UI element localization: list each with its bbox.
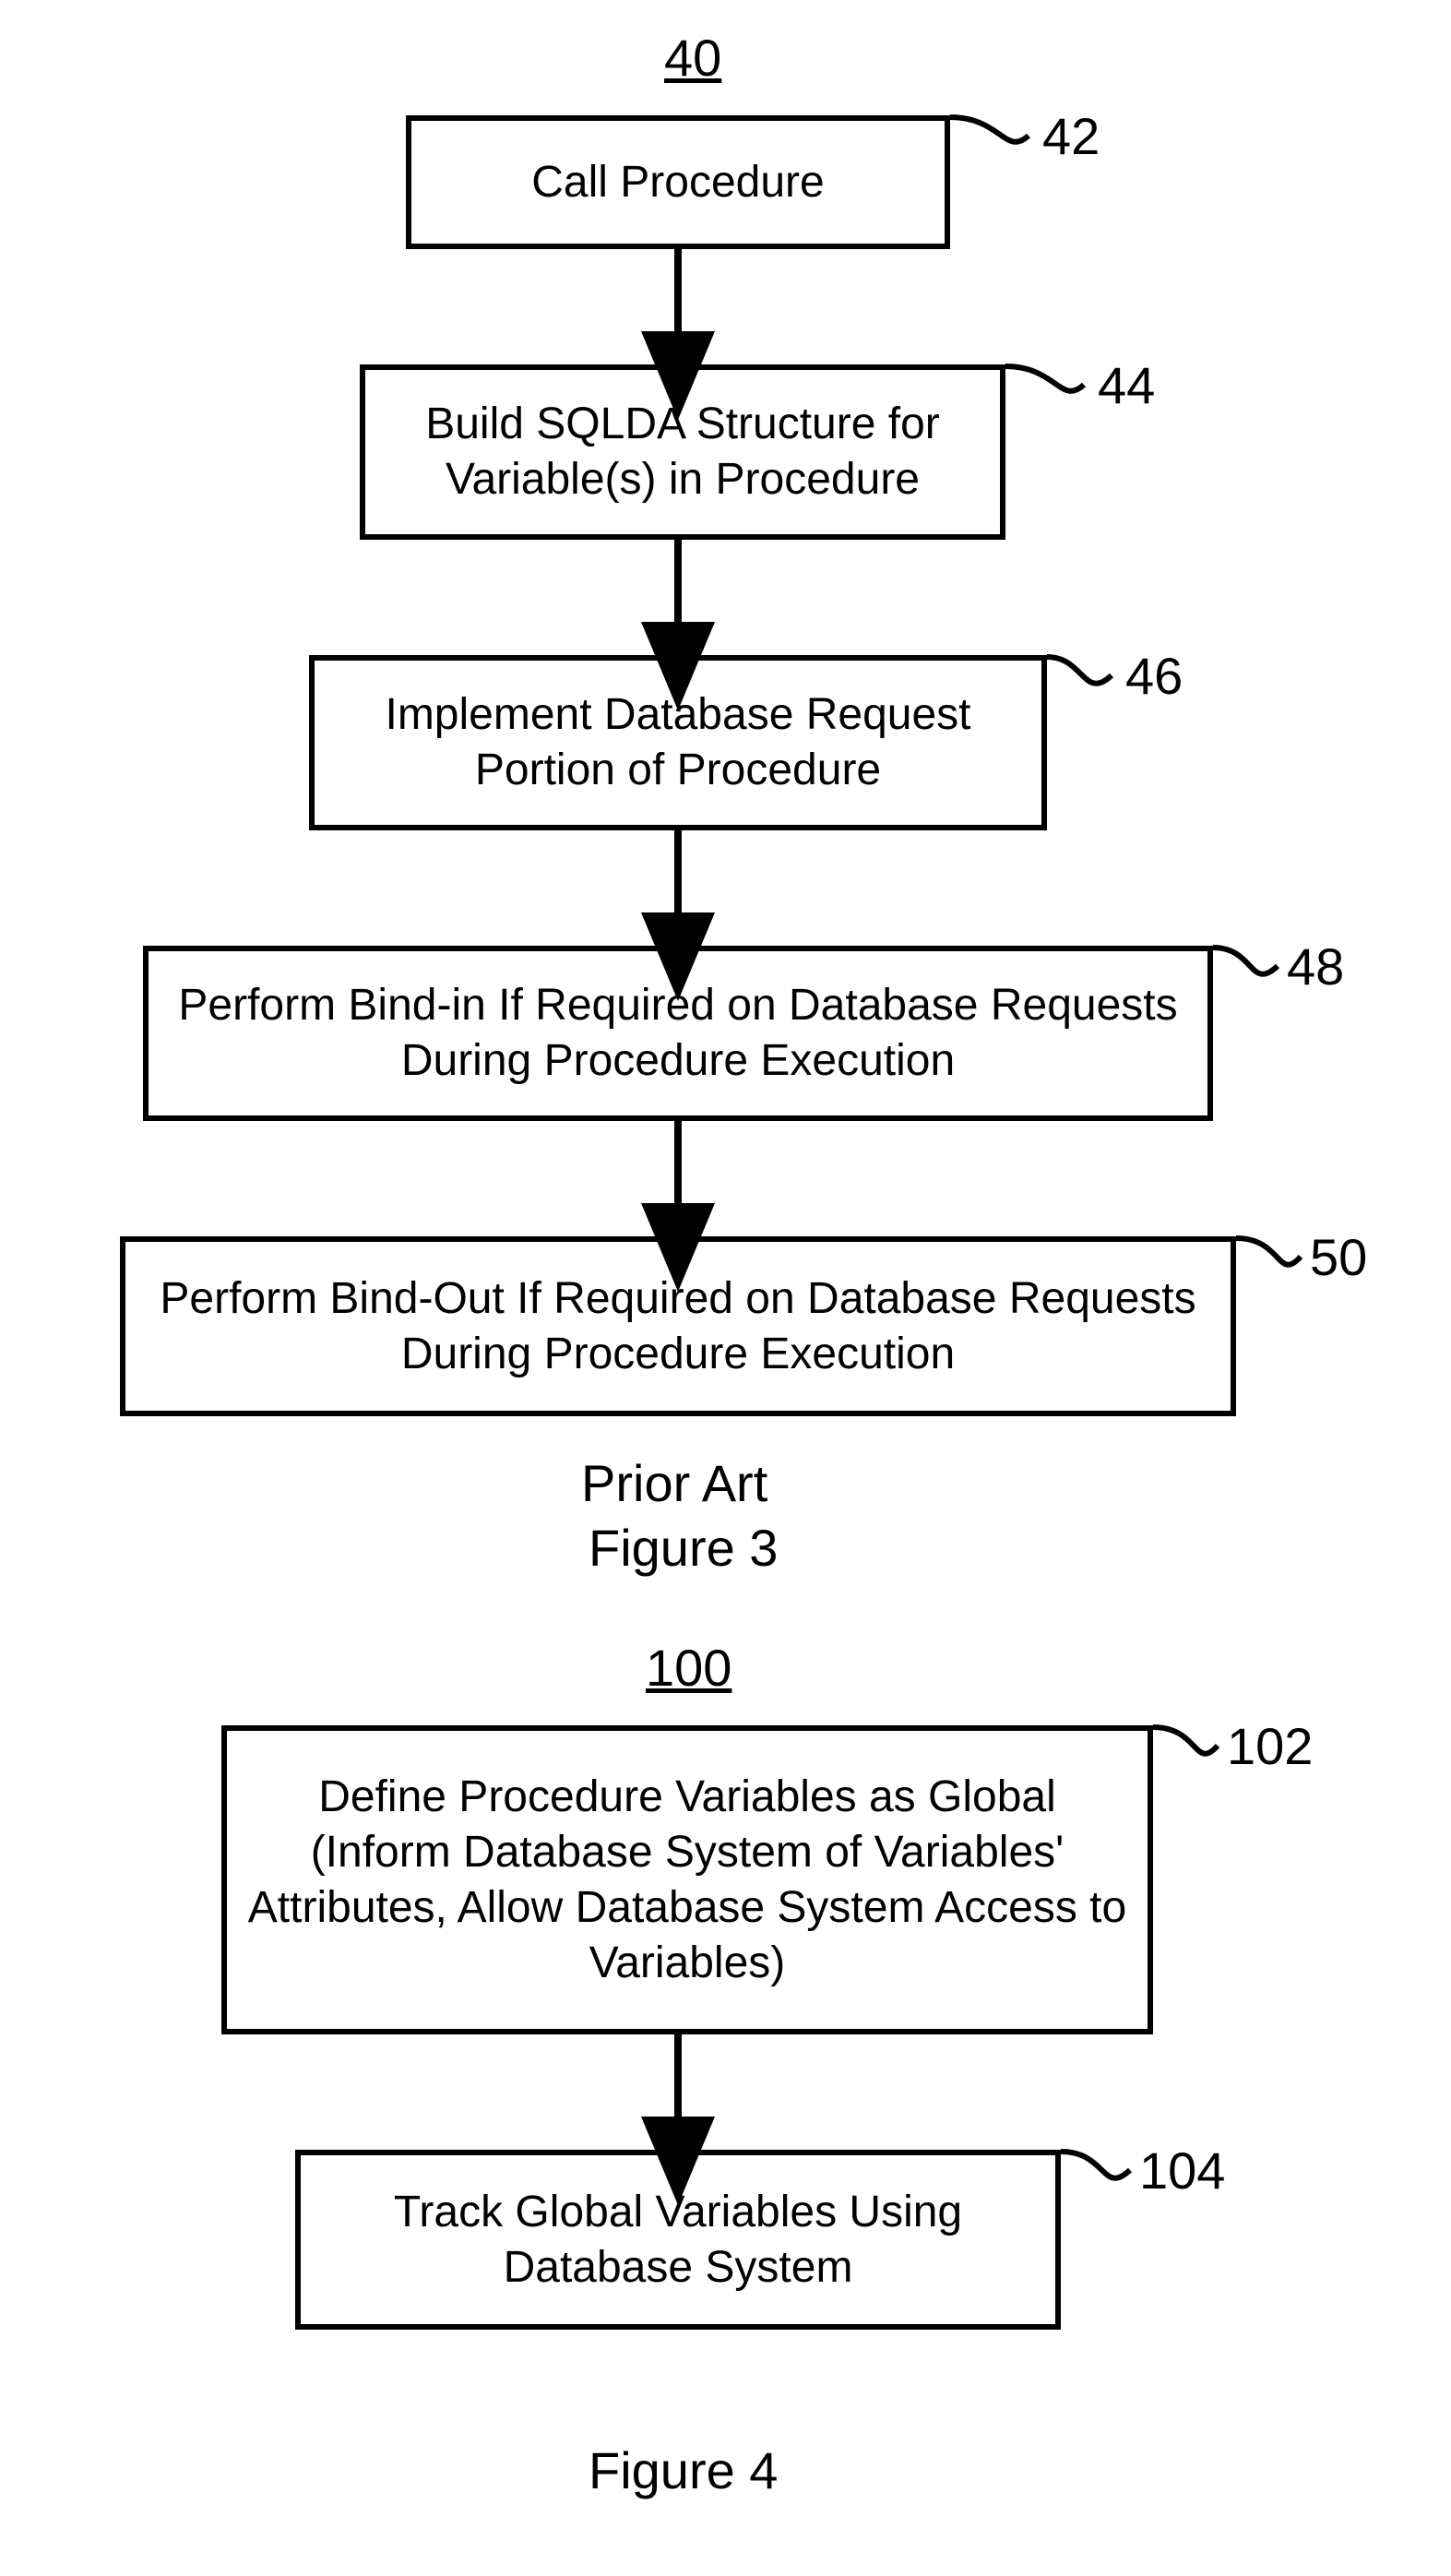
label-48: 48	[1287, 936, 1344, 996]
box-text: Define Procedure Variables as Global (In…	[245, 1770, 1129, 1991]
box-text: Implement Database Request Portion of Pr…	[333, 687, 1023, 798]
box-build-sqlda: Build SQLDA Structure for Variable(s) in…	[360, 364, 1005, 540]
box-text: Perform Bind-Out If Required on Database…	[144, 1271, 1212, 1382]
figure3-title: 40	[664, 28, 721, 88]
figure4-title: 100	[646, 1638, 731, 1698]
label-46: 46	[1125, 646, 1183, 706]
label-42: 42	[1042, 106, 1100, 166]
box-text: Track Global Variables Using Database Sy…	[319, 2185, 1037, 2296]
figure3-caption1: Prior Art	[581, 1453, 767, 1513]
box-define-global: Define Procedure Variables as Global (In…	[221, 1725, 1153, 2034]
label-50: 50	[1310, 1227, 1367, 1287]
figure4-caption: Figure 4	[589, 2440, 778, 2500]
box-text: Perform Bind-in If Required on Database …	[167, 978, 1189, 1089]
box-bind-in: Perform Bind-in If Required on Database …	[143, 946, 1213, 1121]
box-track-global: Track Global Variables Using Database Sy…	[295, 2150, 1061, 2330]
box-implement-db-request: Implement Database Request Portion of Pr…	[309, 655, 1047, 830]
label-102: 102	[1227, 1716, 1313, 1776]
label-44: 44	[1098, 355, 1155, 415]
box-bind-out: Perform Bind-Out If Required on Database…	[120, 1236, 1236, 1416]
box-text: Build SQLDA Structure for Variable(s) in…	[384, 397, 981, 507]
label-104: 104	[1139, 2141, 1225, 2200]
box-call-procedure: Call Procedure	[406, 115, 950, 249]
diagram-canvas: 40 Call Procedure 42 Build SQLDA Structu…	[0, 0, 1451, 2576]
figure3-caption2: Figure 3	[589, 1518, 778, 1578]
box-text: Call Procedure	[531, 155, 824, 210]
